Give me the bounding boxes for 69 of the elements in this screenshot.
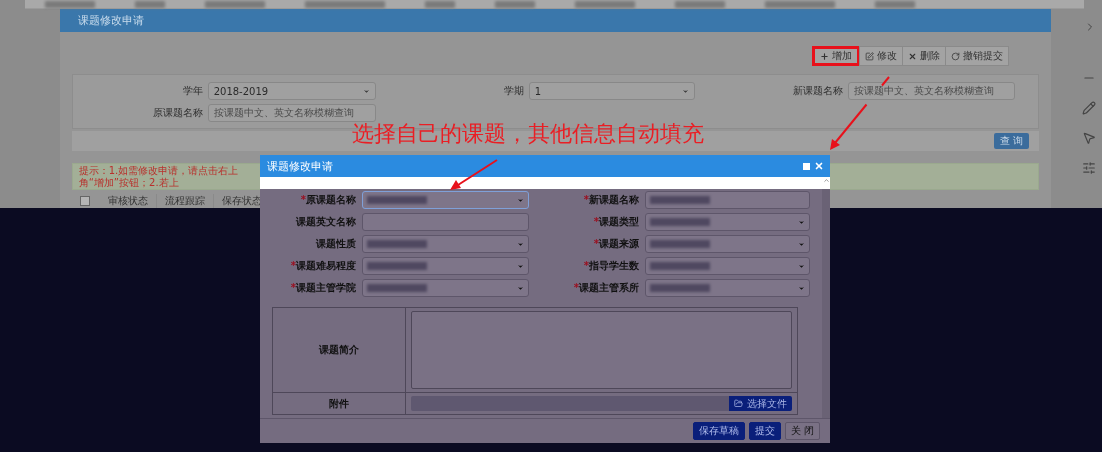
- select-field[interactable]: [645, 235, 810, 253]
- caret-icon: [517, 240, 524, 248]
- filter-label: 原课题名称: [151, 106, 203, 120]
- cursor-icon[interactable]: [1082, 131, 1096, 145]
- folder-icon: [734, 399, 743, 408]
- field-label: *课题主管学院: [289, 281, 356, 295]
- search-field[interactable]: 按课题中文、英文名称模糊查询: [847, 82, 1015, 100]
- plus-icon: [820, 51, 830, 61]
- close-icon: [908, 51, 918, 61]
- filter-label: 学年: [181, 84, 203, 98]
- edit-button[interactable]: 修改: [859, 46, 904, 66]
- field-label: *原课题名称: [299, 193, 356, 207]
- select-field[interactable]: [645, 213, 810, 231]
- input-field[interactable]: [645, 191, 810, 209]
- caret-icon: [798, 284, 805, 292]
- field-label: 课题英文名称: [295, 215, 356, 229]
- delete-button[interactable]: 删除: [902, 46, 947, 66]
- refresh-icon: [951, 51, 961, 61]
- select-field[interactable]: [362, 279, 529, 297]
- caret-icon: [798, 240, 805, 248]
- close-button[interactable]: 关 闭: [784, 422, 820, 440]
- intro-label: 课题简介: [273, 308, 406, 393]
- select-all-checkbox[interactable]: [79, 196, 90, 206]
- field-label: *课题来源: [592, 237, 639, 251]
- select-field[interactable]: [362, 235, 529, 253]
- caret-icon: [517, 284, 524, 292]
- attachment-label: 附件: [273, 393, 406, 414]
- modal-title: 课题修改申请: [267, 158, 333, 174]
- select-field[interactable]: [362, 191, 529, 209]
- caret-icon: [517, 196, 524, 204]
- pencil-icon[interactable]: [1082, 101, 1096, 115]
- close-icon[interactable]: [814, 161, 824, 171]
- select-field[interactable]: [645, 257, 810, 275]
- primary-button[interactable]: 提交: [748, 422, 781, 440]
- query-button[interactable]: 查 询: [994, 133, 1030, 149]
- field-label: *课题主管系所: [572, 281, 639, 295]
- caret-icon: [517, 262, 524, 270]
- revoke-button[interactable]: 撤销提交: [945, 46, 1010, 66]
- edit-icon: [865, 51, 875, 61]
- field-label: *新课题名称: [582, 193, 639, 207]
- dialog-title: 课题修改申请: [59, 9, 1052, 32]
- arrow: [450, 159, 498, 190]
- select-field[interactable]: 2018-2019: [207, 82, 376, 100]
- caret-icon: [798, 262, 805, 270]
- intro-textarea[interactable]: [411, 311, 792, 389]
- select-field[interactable]: 1: [528, 82, 695, 100]
- hint-text: 提示：1.如需修改申请，请点击右上角“增加”按钮；2.若上: [78, 164, 240, 189]
- primary-button[interactable]: 保存草稿: [692, 422, 745, 440]
- input-field[interactable]: [362, 213, 529, 231]
- field-label: *课题类型: [592, 215, 639, 229]
- choose-file-button[interactable]: 选择文件: [729, 396, 792, 411]
- search-field[interactable]: 按课题中文、英文名称模糊查询: [207, 104, 376, 122]
- filter-label: 学期: [502, 84, 524, 98]
- maximize-icon[interactable]: [803, 162, 810, 170]
- add-button[interactable]: 增加: [812, 46, 861, 66]
- filter-label: 新课题名称: [791, 84, 843, 98]
- field-label: 课题性质: [315, 237, 356, 251]
- sliders-icon[interactable]: [1082, 161, 1096, 175]
- field-label: *指导学生数: [582, 259, 639, 273]
- scroll-up-icon[interactable]: [822, 177, 830, 184]
- select-field[interactable]: [362, 257, 529, 275]
- field-label: *课题难易程度: [289, 259, 356, 273]
- select-field[interactable]: [645, 279, 810, 297]
- file-field[interactable]: [411, 396, 729, 411]
- caret-icon: [362, 87, 370, 95]
- annotation-text: 选择自己的课题，其他信息自动填充: [352, 120, 704, 148]
- caret-icon: [681, 87, 689, 95]
- scrollbar[interactable]: [822, 177, 830, 418]
- caret-icon: [798, 218, 805, 226]
